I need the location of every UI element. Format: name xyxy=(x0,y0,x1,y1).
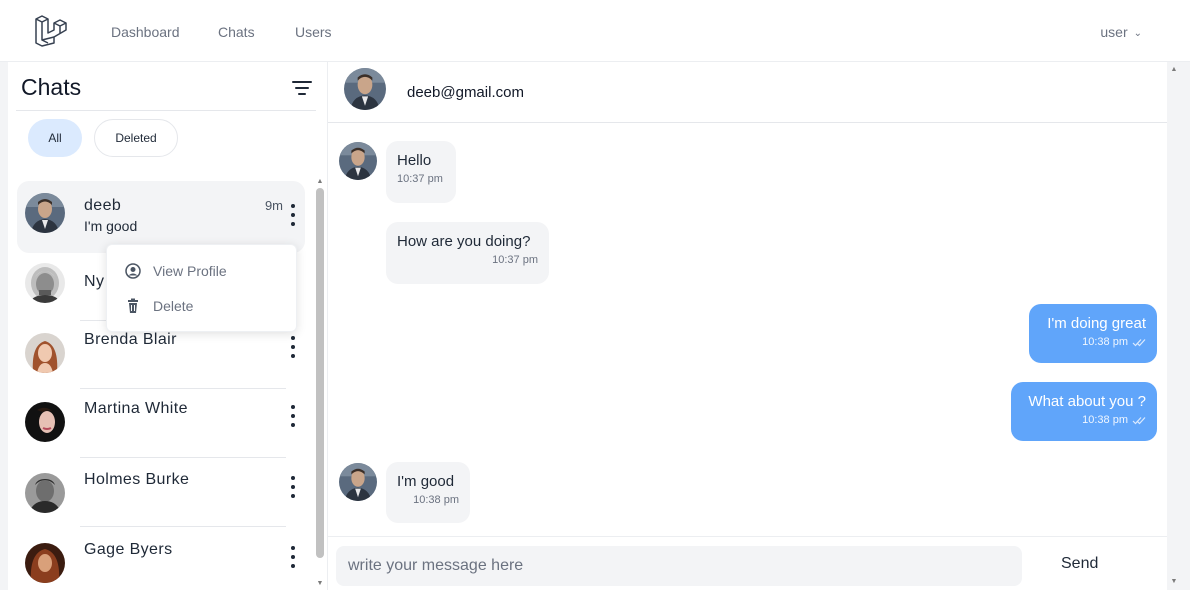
more-options-icon[interactable] xyxy=(288,403,298,429)
chat-name: Ny xyxy=(84,273,105,290)
chat-list: deeb I'm good 9m Ny Brenda Blair Martina… xyxy=(8,178,316,590)
double-check-icon xyxy=(1132,339,1146,347)
more-options-icon[interactable] xyxy=(288,544,298,570)
message-time: 10:38 pm xyxy=(1082,414,1128,426)
chat-preview: I'm good xyxy=(84,218,138,234)
message-input[interactable] xyxy=(336,546,1022,586)
message-text: How are you doing? xyxy=(397,233,531,250)
message-bubble-incoming: Hello 10:37 pm xyxy=(386,141,456,203)
sidebar-divider xyxy=(16,110,316,111)
user-menu[interactable]: user ⌄ xyxy=(1100,24,1142,40)
delete-label: Delete xyxy=(153,298,194,314)
scroll-up-arrow-icon[interactable]: ▲ xyxy=(1170,66,1178,73)
scroll-up-arrow-icon[interactable]: ▲ xyxy=(316,178,324,185)
conversation-scrollbar[interactable]: ▲ ▼ xyxy=(1167,62,1190,590)
user-circle-icon xyxy=(125,263,141,279)
chat-list-item[interactable]: Gage Byers xyxy=(17,525,305,590)
avatar xyxy=(339,142,377,180)
double-check-icon xyxy=(1132,417,1146,425)
more-options-icon[interactable] xyxy=(288,474,298,500)
user-menu-label: user xyxy=(1100,24,1128,40)
avatar xyxy=(25,473,65,513)
chat-name: Holmes Burke xyxy=(84,471,190,488)
filter-icon[interactable] xyxy=(291,79,313,97)
delete-menu-item[interactable]: Delete xyxy=(125,296,193,316)
filter-all-button[interactable]: All xyxy=(28,119,82,157)
chat-list-item[interactable]: deeb I'm good 9m xyxy=(17,181,305,253)
sidebar-title: Chats xyxy=(21,74,82,100)
view-profile-label: View Profile xyxy=(153,263,227,279)
scroll-down-arrow-icon[interactable]: ▼ xyxy=(1170,578,1178,585)
message-text: What about you ? xyxy=(1028,393,1146,410)
top-navbar: Dashboard Chats Users user ⌄ xyxy=(0,0,1190,62)
message-bubble-outgoing: I'm doing great 10:38 pm xyxy=(1029,304,1157,363)
more-options-icon[interactable] xyxy=(288,334,298,360)
filter-deleted-button[interactable]: Deleted xyxy=(94,119,178,157)
nav-link-chats[interactable]: Chats xyxy=(218,24,255,40)
conversation-header: deeb@gmail.com xyxy=(328,62,1167,123)
scroll-thumb[interactable] xyxy=(316,188,324,558)
message-time: 10:37 pm xyxy=(397,173,443,185)
chat-list-item[interactable]: Martina White xyxy=(17,386,305,458)
avatar xyxy=(25,193,65,233)
avatar xyxy=(25,333,65,373)
chat-list-scrollbar[interactable]: ▲ ▼ xyxy=(314,178,326,590)
avatar xyxy=(25,263,65,303)
chat-list-item[interactable]: Holmes Burke xyxy=(17,455,305,527)
chat-name: Martina White xyxy=(84,400,188,417)
avatar xyxy=(25,402,65,442)
scroll-down-arrow-icon[interactable]: ▼ xyxy=(316,580,324,587)
send-button[interactable]: Send xyxy=(1061,555,1098,573)
message-composer: Send xyxy=(328,536,1167,590)
nav-link-dashboard[interactable]: Dashboard xyxy=(111,24,180,40)
avatar xyxy=(339,463,377,501)
message-time: 10:38 pm xyxy=(413,494,459,506)
contact-email: deeb@gmail.com xyxy=(407,84,524,101)
more-options-icon[interactable] xyxy=(288,202,298,228)
message-bubble-incoming: How are you doing? 10:37 pm xyxy=(386,222,549,284)
message-time: 10:37 pm xyxy=(492,254,538,266)
avatar[interactable] xyxy=(344,68,386,110)
chat-name: Brenda Blair xyxy=(84,331,177,348)
chat-name: Gage Byers xyxy=(84,541,173,558)
laravel-logo-icon[interactable] xyxy=(33,13,67,47)
view-profile-menu-item[interactable]: View Profile xyxy=(125,261,227,281)
trash-icon xyxy=(128,298,138,313)
message-text: I'm doing great xyxy=(1047,315,1146,332)
conversation-panel: deeb@gmail.com Hello 10:37 pm How are yo… xyxy=(328,62,1167,590)
nav-link-users[interactable]: Users xyxy=(295,24,332,40)
chat-options-dropdown: View Profile Delete xyxy=(106,244,297,332)
chat-time: 9m xyxy=(264,198,283,213)
message-text: Hello xyxy=(397,152,432,169)
message-text: I'm good xyxy=(397,473,455,490)
message-bubble-outgoing: What about you ? 10:38 pm xyxy=(1011,382,1157,441)
avatar xyxy=(25,543,65,583)
chevron-down-icon: ⌄ xyxy=(1133,28,1142,39)
chat-name: deeb xyxy=(84,197,122,214)
message-time: 10:38 pm xyxy=(1082,336,1128,348)
message-bubble-incoming: I'm good 10:38 pm xyxy=(386,462,470,523)
